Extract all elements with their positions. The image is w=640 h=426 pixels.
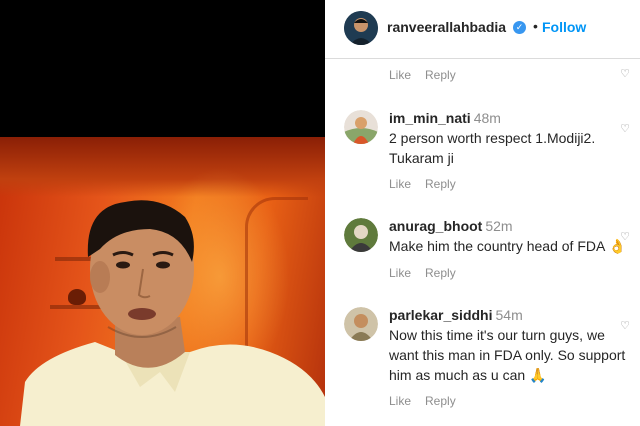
post-author-username[interactable]: ranveerallahbadia (387, 19, 506, 35)
reply-button[interactable]: Reply (425, 394, 456, 408)
separator-dot: • (533, 18, 538, 34)
avatar[interactable] (344, 110, 378, 144)
verified-badge-icon: ✓ (513, 21, 526, 34)
comment-text: 2 person worth respect 1.Modiji2. Tukara… (389, 130, 596, 166)
post-header: ranveerallahbadia ✓ • Follow (325, 0, 640, 59)
comment-text: Make him the country head of FDA 👌 (389, 238, 626, 254)
heart-icon[interactable]: ♡ (620, 67, 630, 80)
avatar[interactable] (344, 218, 378, 252)
comment-username[interactable]: parlekar_siddhi 54m (389, 307, 523, 323)
comment-username-text[interactable]: anurag_bhoot (389, 218, 482, 234)
heart-icon[interactable]: ♡ (620, 230, 630, 243)
like-button[interactable]: Like (389, 394, 411, 408)
person (20, 200, 325, 426)
comment-time: 48m (473, 110, 501, 126)
like-button[interactable]: Like (389, 266, 411, 280)
video-frame (0, 137, 325, 426)
reply-button[interactable]: Reply (425, 266, 456, 280)
like-button[interactable]: Like (389, 177, 411, 191)
reply-button[interactable]: Reply (425, 177, 456, 191)
avatar[interactable] (344, 307, 378, 341)
comment-actions: Like Reply (389, 266, 470, 280)
avatar[interactable] (344, 11, 378, 45)
comment-actions: Like Reply (389, 68, 470, 82)
heart-icon[interactable]: ♡ (620, 319, 630, 332)
comment-username-text[interactable]: parlekar_siddhi (389, 307, 493, 323)
heart-icon[interactable]: ♡ (620, 122, 630, 135)
comment-username[interactable]: anurag_bhoot 52m (389, 218, 513, 234)
like-button[interactable]: Like (389, 68, 411, 82)
video-player[interactable] (0, 0, 325, 426)
comment-time: 54m (495, 307, 523, 323)
comment-actions: Like Reply (389, 177, 470, 191)
comment-time: 52m (485, 218, 513, 234)
comments-panel: ranveerallahbadia ✓ • Follow Like Reply ♡… (325, 0, 640, 426)
follow-button[interactable]: Follow (542, 19, 586, 35)
comment-actions: Like Reply (389, 394, 470, 408)
comment-username[interactable]: im_min_nati 48m (389, 110, 501, 126)
comment-text: Now this time it's our turn guys, we wan… (389, 327, 626, 383)
reply-button[interactable]: Reply (425, 68, 456, 82)
comment-username-text[interactable]: im_min_nati (389, 110, 471, 126)
